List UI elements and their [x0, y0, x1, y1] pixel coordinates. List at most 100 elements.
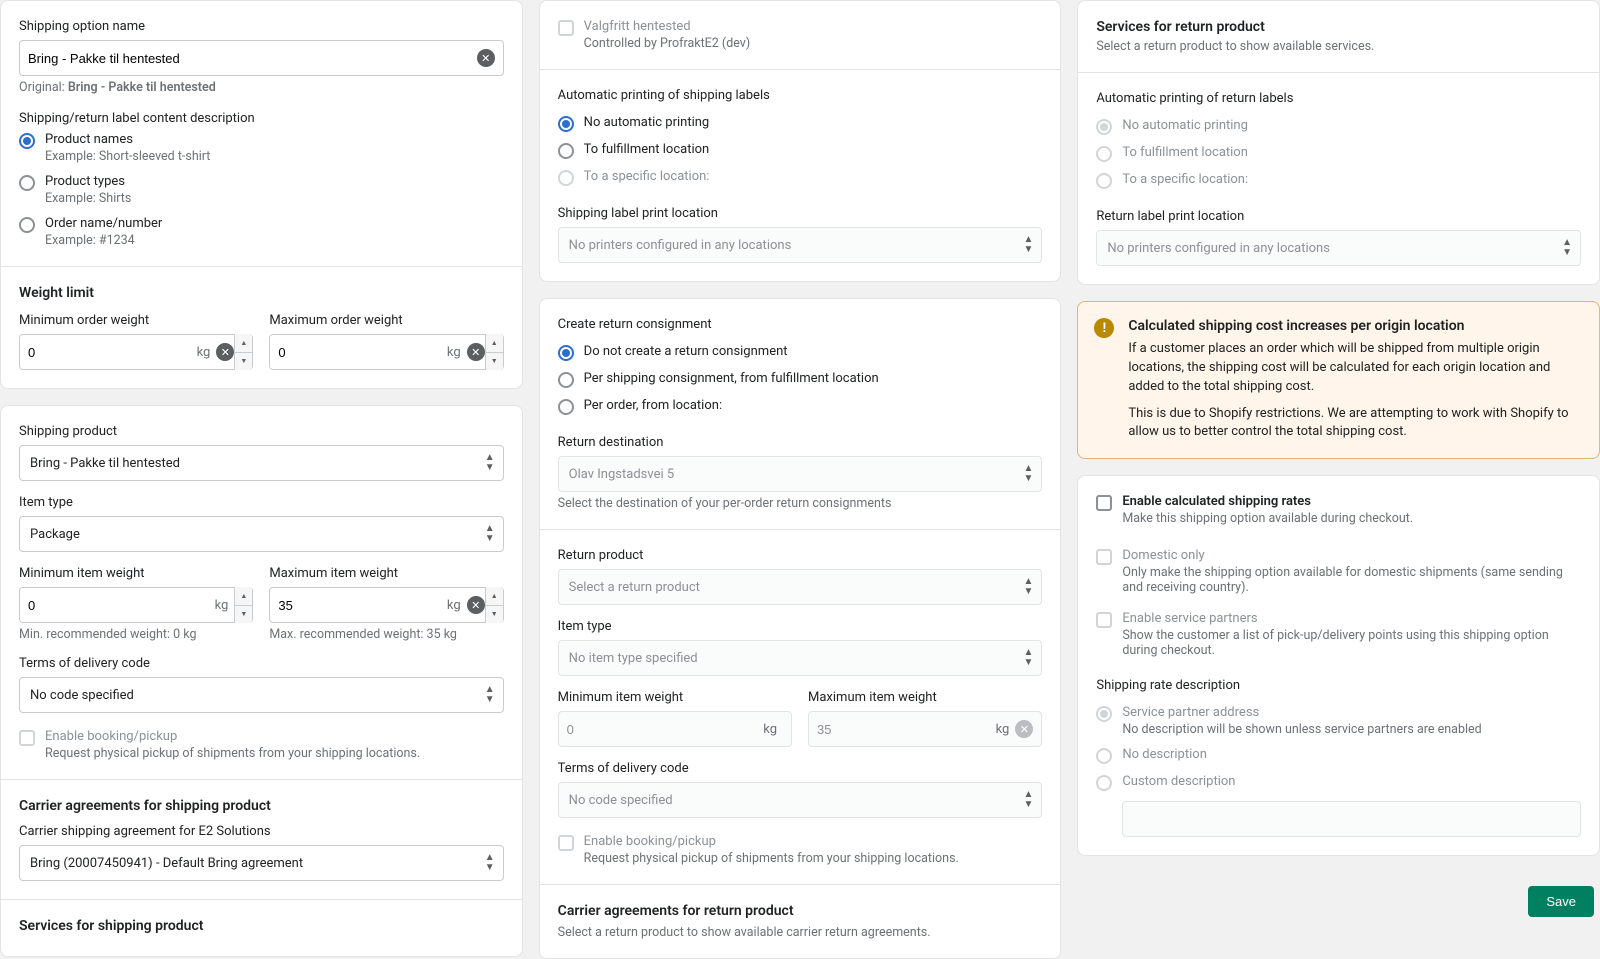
return-services-card: Services for return product Select a ret…	[1077, 0, 1600, 285]
radio-icon[interactable]	[558, 116, 574, 132]
checkbox-icon[interactable]	[1096, 495, 1112, 511]
auto-print-shipping-heading: Automatic printing of shipping labels	[558, 88, 1043, 103]
save-bar: Save	[1077, 872, 1600, 917]
chevron-down-icon[interactable]: ▼	[486, 353, 503, 371]
chevron-up-icon[interactable]: ▲	[235, 334, 252, 353]
radio-icon[interactable]	[558, 372, 574, 388]
checkbox-icon	[558, 835, 574, 851]
select-caret-icon: ▲▼	[1023, 577, 1033, 597]
select-caret-icon: ▲▼	[1023, 648, 1033, 668]
item-type-select[interactable]: Package ▲▼	[19, 516, 504, 552]
stepper[interactable]: ▲▼	[234, 587, 252, 623]
select-caret-icon: ▲▼	[1023, 464, 1033, 484]
shipping-product-select[interactable]: Bring - Pakke til hentested ▲▼	[19, 445, 504, 481]
shipping-print-location-label: Shipping label print location	[558, 206, 1043, 221]
clear-icon[interactable]: ✕	[477, 49, 495, 67]
max-item-weight-input[interactable]	[278, 588, 441, 622]
clear-icon[interactable]: ✕	[216, 343, 234, 361]
r-item-type-label: Item type	[558, 619, 1043, 634]
rate-option-partner: Service partner address No description w…	[1096, 705, 1581, 737]
custom-description-input-wrap	[1122, 801, 1581, 837]
shipping-option-name-input[interactable]	[28, 41, 477, 75]
max-item-weight-label: Maximum item weight	[269, 566, 503, 581]
stepper[interactable]: ▲▼	[485, 587, 503, 623]
radio-icon	[1096, 748, 1112, 764]
enable-calculated-rates-checkbox-row[interactable]: Enable calculated shipping rates Make th…	[1096, 494, 1581, 526]
radio-icon[interactable]	[19, 175, 35, 191]
stepper[interactable]: ▲▼	[485, 334, 503, 370]
return-consignment-none[interactable]: Do not create a return consignment	[558, 344, 1043, 361]
r-item-type-select: No item type specified ▲▼	[558, 640, 1043, 676]
r-delivery-code-select: No code specified ▲▼	[558, 782, 1043, 818]
label-option-product-names[interactable]: Product names Example: Short-sleeved t-s…	[19, 132, 504, 164]
radio-icon	[558, 170, 574, 186]
return-services-help: Select a return product to show availabl…	[1096, 39, 1581, 54]
banner-text-2: This is due to Shopify restrictions. We …	[1128, 405, 1583, 443]
radio-icon	[1096, 119, 1112, 135]
save-button[interactable]: Save	[1528, 886, 1594, 917]
chevron-down-icon[interactable]: ▼	[486, 606, 503, 624]
label-option-order-name[interactable]: Order name/number Example: #1234	[19, 216, 504, 248]
carrier-agreement-select[interactable]: Bring (20007450941) - Default Bring agre…	[19, 845, 504, 881]
chevron-up-icon[interactable]: ▲	[486, 334, 503, 353]
chevron-down-icon[interactable]: ▼	[235, 353, 252, 371]
chevron-up-icon[interactable]: ▲	[235, 587, 252, 606]
return-product-label: Return product	[558, 548, 1043, 563]
min-item-weight-input[interactable]	[28, 588, 209, 622]
rate-option-custom: Custom description	[1096, 774, 1581, 791]
label-option-product-types[interactable]: Product types Example: Shirts	[19, 174, 504, 206]
chevron-down-icon[interactable]: ▼	[235, 606, 252, 624]
r-auto-print-fulfillment: To fulfillment location	[1096, 145, 1581, 162]
min-item-weight-label: Minimum item weight	[19, 566, 253, 581]
checkbox-icon[interactable]	[19, 730, 35, 746]
r-min-item-weight-input-wrap: kg	[558, 711, 792, 747]
r-max-item-weight-input-wrap: kg ✕	[808, 711, 1042, 747]
shipping-print-location-select: No printers configured in any locations …	[558, 227, 1043, 263]
return-consignment-per-order[interactable]: Per order, from location:	[558, 398, 1043, 415]
min-order-weight-input[interactable]	[28, 335, 191, 369]
enable-service-partners-checkbox-row: Enable service partners Show the custome…	[1096, 611, 1581, 658]
select-caret-icon: ▲▼	[1562, 238, 1572, 258]
min-item-weight-input-wrap[interactable]: kg ▲▼	[19, 587, 253, 623]
auto-print-specific[interactable]: To a specific location:	[558, 169, 1043, 186]
clear-icon[interactable]: ✕	[467, 596, 485, 614]
enable-booking-checkbox-row[interactable]: Enable booking/pickup Request physical p…	[19, 729, 504, 761]
radio-icon[interactable]	[19, 217, 35, 233]
max-item-weight-input-wrap[interactable]: kg ✕ ▲▼	[269, 587, 503, 623]
valgfritt-card: Valgfritt hentested Controlled by Profra…	[539, 0, 1062, 282]
banner-text-1: If a customer places an order which will…	[1128, 340, 1583, 397]
select-caret-icon: ▲▼	[485, 453, 495, 473]
custom-description-input	[1131, 802, 1572, 836]
return-services-heading: Services for return product	[1096, 19, 1581, 35]
radio-icon[interactable]	[558, 143, 574, 159]
auto-print-none[interactable]: No automatic printing	[558, 115, 1043, 132]
warning-banner: ! Calculated shipping cost increases per…	[1077, 301, 1600, 459]
select-caret-icon: ▲▼	[485, 853, 495, 873]
radio-icon[interactable]	[558, 399, 574, 415]
warning-icon: !	[1094, 318, 1114, 338]
label-content-heading: Shipping/return label content descriptio…	[19, 111, 504, 126]
stepper[interactable]: ▲▼	[234, 334, 252, 370]
valgfritt-checkbox-row[interactable]: Valgfritt hentested Controlled by Profra…	[558, 19, 1043, 51]
chevron-up-icon[interactable]: ▲	[486, 587, 503, 606]
radio-icon	[1096, 775, 1112, 791]
auto-print-fulfillment[interactable]: To fulfillment location	[558, 142, 1043, 159]
max-order-weight-input-wrap[interactable]: kg ✕ ▲▼	[269, 334, 503, 370]
radio-icon[interactable]	[19, 133, 35, 149]
shipping-option-name-label: Shipping option name	[19, 19, 504, 34]
max-order-weight-input[interactable]	[278, 335, 441, 369]
carrier-agreement-label: Carrier shipping agreement for E2 Soluti…	[19, 824, 504, 839]
select-caret-icon: ▲▼	[485, 685, 495, 705]
select-caret-icon: ▲▼	[485, 524, 495, 544]
min-order-weight-input-wrap[interactable]: kg ✕ ▲▼	[19, 334, 253, 370]
return-consignment-per-shipping[interactable]: Per shipping consignment, from fulfillme…	[558, 371, 1043, 388]
radio-icon	[1096, 706, 1112, 722]
checkbox-icon[interactable]	[558, 20, 574, 36]
shipping-product-card: Shipping product Bring - Pakke til hente…	[0, 405, 523, 957]
delivery-code-select[interactable]: No code specified ▲▼	[19, 677, 504, 713]
shipping-option-name-input-wrap[interactable]: ✕	[19, 40, 504, 76]
return-destination-select: Olav Ingstadsvei 5 ▲▼	[558, 456, 1043, 492]
clear-icon[interactable]: ✕	[467, 343, 485, 361]
radio-icon[interactable]	[558, 345, 574, 361]
banner-title: Calculated shipping cost increases per o…	[1128, 318, 1583, 334]
